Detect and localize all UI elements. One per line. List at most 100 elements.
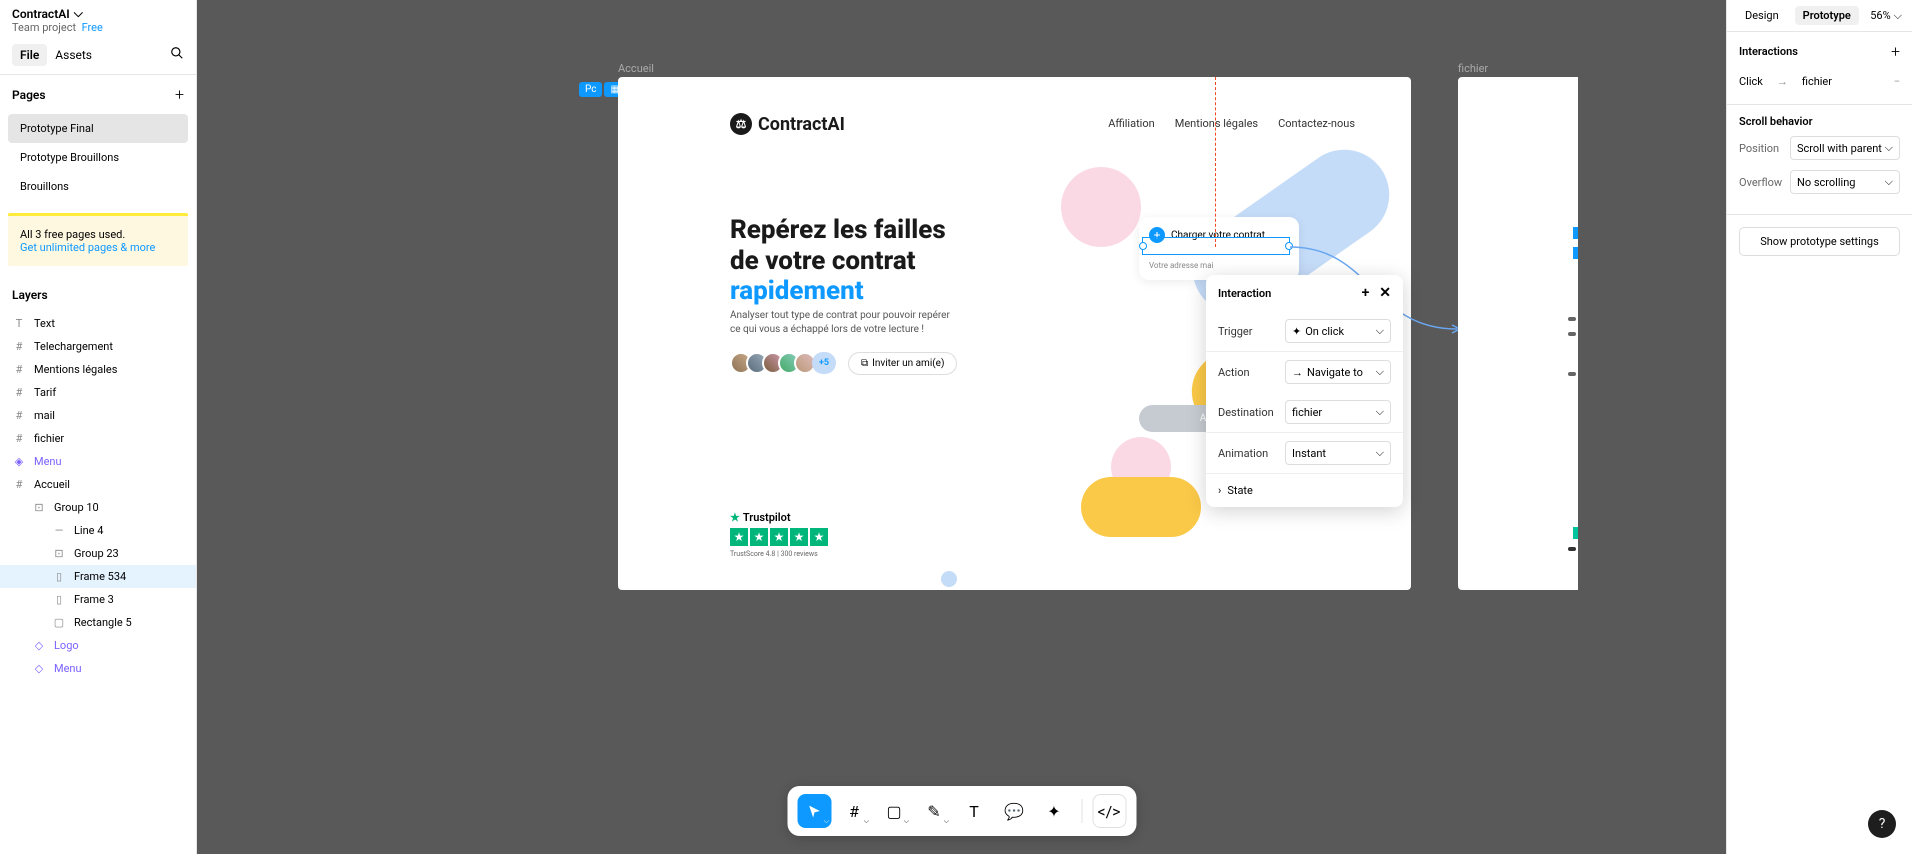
layer-icon: # — [12, 409, 26, 422]
selection-box[interactable] — [1142, 237, 1290, 255]
text-tool[interactable]: T — [957, 794, 991, 828]
interactions-label: Interactions — [1739, 45, 1798, 58]
comment-tool[interactable]: 💬 — [997, 794, 1031, 828]
pen-tool[interactable]: ✎⌵ — [917, 794, 951, 828]
pages-notice: All 3 free pages used. Get unlimited pag… — [8, 213, 188, 266]
layer-item[interactable]: TText — [0, 312, 196, 335]
layer-name: Telechargement — [34, 340, 113, 353]
action-label: Action — [1218, 366, 1250, 379]
interaction-popover: Interaction + ✕ Trigger ✦On click ⌵ Acti… — [1206, 275, 1403, 507]
layer-item[interactable]: #Accueil — [0, 473, 196, 496]
nav-contact[interactable]: Contactez-nous — [1278, 117, 1355, 130]
frame-snippet — [1573, 227, 1578, 239]
help-button[interactable]: ? — [1868, 810, 1896, 838]
layer-item[interactable]: # Telechargement — [0, 335, 196, 358]
actions-tool[interactable]: ✦ — [1037, 794, 1071, 828]
toolbar: ⌵ #⌵ ▢⌵ ✎⌵ T 💬 ✦ </> — [787, 786, 1136, 836]
overflow-select[interactable]: No scrolling ⌵ — [1790, 170, 1900, 194]
layer-item[interactable]: ◇Logo — [0, 634, 196, 657]
tab-prototype[interactable]: Prototype — [1795, 6, 1859, 25]
layer-name: fichier — [34, 432, 64, 445]
layer-name: Frame 3 — [74, 593, 114, 606]
layer-icon: # — [12, 340, 26, 353]
layer-icon: # — [12, 432, 26, 445]
canvas[interactable]: Accueil Pc ▦ fichier ⚖ ContractAI Affili… — [197, 0, 1726, 854]
chevron-down-icon: ⌵ — [1376, 324, 1384, 338]
trustpilot-header: ★ Trustpilot — [730, 511, 828, 524]
layer-item[interactable]: ▯Frame 3 — [0, 588, 196, 611]
layer-item[interactable]: ◇Menu — [0, 657, 196, 680]
layer-item[interactable]: #Tarif — [0, 381, 196, 404]
page-item[interactable]: Prototype Brouillons — [8, 143, 188, 172]
avatar-more: +5 — [812, 352, 836, 374]
star-icon: ★ — [770, 528, 788, 546]
add-interaction-button[interactable]: + — [1362, 285, 1370, 301]
hero-subtitle: Analyser tout type de contrat pour pouvo… — [730, 309, 960, 337]
layer-name: Group 10 — [54, 501, 99, 514]
chevron-right-icon: › — [1218, 484, 1221, 497]
close-button[interactable]: ✕ — [1379, 285, 1391, 301]
project-plan[interactable]: Free — [82, 21, 103, 34]
prototype-settings-button[interactable]: Show prototype settings — [1739, 227, 1900, 256]
circle-pink — [1061, 167, 1141, 247]
trigger-value: On click — [1305, 325, 1344, 338]
invite-button[interactable]: ⧉ Inviter un ami(e) — [848, 352, 957, 375]
nav-mentions[interactable]: Mentions légales — [1175, 117, 1258, 130]
state-row[interactable]: › State — [1206, 473, 1403, 507]
chevron-down-icon: ⌵ — [1376, 365, 1384, 379]
tab-assets[interactable]: Assets — [47, 44, 100, 66]
hero-title: Repérez les failles de votre contrat rap… — [730, 215, 946, 307]
layer-item[interactable]: ▯Frame 534 — [0, 565, 196, 588]
dev-mode-toggle[interactable]: </> — [1092, 794, 1126, 828]
star-icon: ★ — [730, 528, 748, 546]
layer-item[interactable]: ◈Menu — [0, 450, 196, 473]
layer-name: Menu — [34, 455, 62, 468]
circle-blue-small — [941, 571, 957, 587]
add-page-button[interactable]: + — [175, 85, 184, 104]
zoom-control[interactable]: 56% ⌵ — [1870, 9, 1902, 23]
animation-select[interactable]: Instant ⌵ — [1285, 441, 1391, 465]
shape-tool[interactable]: ▢⌵ — [877, 794, 911, 828]
layer-item[interactable]: —Line 4 — [0, 519, 196, 542]
layer-icon: ▯ — [52, 570, 66, 583]
frame-label-fichier[interactable]: fichier — [1458, 62, 1488, 75]
frame-fichier[interactable] — [1458, 77, 1578, 590]
action-select[interactable]: →Navigate to ⌵ — [1285, 360, 1391, 384]
tab-design[interactable]: Design — [1737, 6, 1787, 25]
overflow-label: Overflow — [1739, 176, 1782, 189]
trigger-select[interactable]: ✦On click ⌵ — [1285, 319, 1391, 343]
add-interaction-button[interactable]: + — [1891, 42, 1900, 61]
layer-item[interactable]: #mail — [0, 404, 196, 427]
project-name[interactable]: ContractAI ⌵ — [12, 6, 184, 21]
layers-label: Layers — [12, 288, 48, 302]
scroll-header: Scroll behavior — [1739, 115, 1900, 128]
animation-label: Animation — [1218, 447, 1268, 460]
project-header: ContractAI ⌵ Team project Free — [0, 0, 196, 36]
layer-item[interactable]: ⊡Group 10 — [0, 496, 196, 519]
destination-select[interactable]: fichier ⌵ — [1285, 400, 1391, 424]
move-tool[interactable]: ⌵ — [797, 794, 831, 828]
tab-file[interactable]: File — [12, 44, 47, 66]
upgrade-link[interactable]: Get unlimited pages & more — [20, 241, 155, 254]
nav-affiliation[interactable]: Affiliation — [1108, 117, 1155, 130]
chevron-down-icon: ⌵ — [1885, 175, 1893, 189]
position-select[interactable]: Scroll with parent ⌵ — [1790, 136, 1900, 160]
chevron-down-icon: ⌵ — [1376, 405, 1384, 419]
animation-row: Animation Instant ⌵ — [1206, 432, 1403, 473]
remove-interaction-button[interactable]: − — [1894, 75, 1900, 88]
frame-tool[interactable]: #⌵ — [837, 794, 871, 828]
frame-label-accueil[interactable]: Accueil — [618, 62, 654, 75]
layer-item[interactable]: ▢Rectangle 5 — [0, 611, 196, 634]
layer-item[interactable]: # fichier — [0, 427, 196, 450]
page-item[interactable]: Brouillons — [8, 172, 188, 201]
interaction-item[interactable]: Click → fichier − — [1739, 69, 1900, 94]
layers-header: Layers — [0, 278, 196, 312]
layer-icon: # — [12, 478, 26, 491]
hero-line-3: rapidement — [730, 276, 946, 307]
search-icon[interactable] — [170, 46, 184, 64]
page-item[interactable]: Prototype Final — [8, 114, 188, 143]
alignment-guide — [1215, 77, 1216, 247]
layer-item[interactable]: #Mentions légales — [0, 358, 196, 381]
overflow-row: Overflow No scrolling ⌵ — [1739, 170, 1900, 194]
layer-item[interactable]: ⊡Group 23 — [0, 542, 196, 565]
